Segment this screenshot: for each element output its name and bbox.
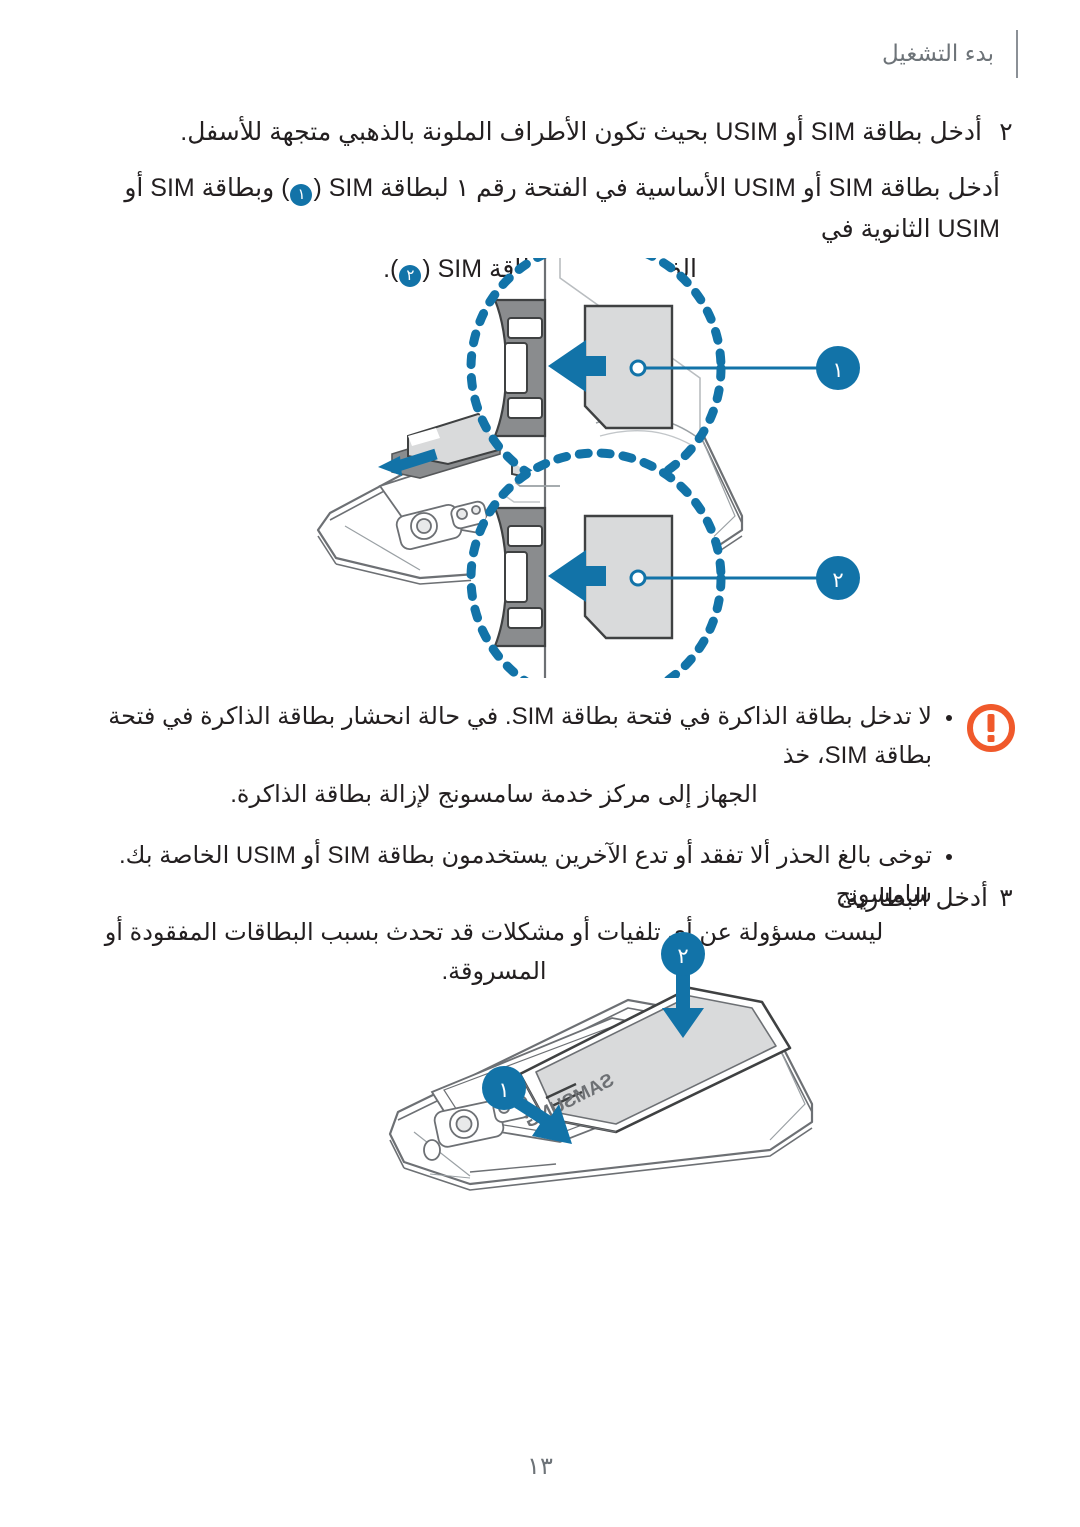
- step-3-inner: ٣ أدخل البطارية.: [56, 878, 1024, 919]
- step-3-number: ٣: [999, 884, 1013, 912]
- step-2-text: أدخل بطاقة SIM أو USIM بحيث تكون الأطراف…: [180, 118, 982, 146]
- sim-callout-1-label: ١: [832, 359, 843, 382]
- step-3-text: أدخل البطارية.: [838, 884, 988, 912]
- sim-callout-2-label: ٢: [832, 569, 843, 592]
- warning-item-1-line-2: الجهاز إلى مركز خدمة سامسونج لإزالة بطاق…: [230, 780, 758, 808]
- warning-exclamation-icon: [958, 698, 1024, 754]
- inline-callout-badge-1: ١: [290, 183, 313, 206]
- step-3-body: أدخل البطارية.: [116, 878, 988, 919]
- warning-item-1: لا تدخل بطاقة الذاكرة في فتحة بطاقة SIM.…: [56, 698, 958, 815]
- warning-item-1-line-1: لا تدخل بطاقة الذاكرة في فتحة بطاقة SIM.…: [108, 703, 932, 769]
- battery-callout-2-label: ٢: [677, 945, 688, 968]
- battery-callout-1-label: ١: [498, 1079, 509, 1102]
- battery-insertion-figure: SAMSUNG ٢ ١: [0, 926, 1080, 1256]
- step-2-body: أدخل بطاقة SIM أو USIM بحيث تكون الأطراف…: [56, 112, 988, 153]
- sim-card-insertion-figure: ١ ٢: [0, 258, 1080, 678]
- step-2-number: ٢: [999, 118, 1013, 146]
- page-title: بدء التشغيل: [882, 40, 994, 66]
- step-3: ٣ أدخل البطارية.: [56, 878, 1024, 919]
- step-2: ٢ أدخل بطاقة SIM أو USIM بحيث تكون الأطر…: [56, 112, 1024, 153]
- page-number: ١٣: [527, 1453, 553, 1480]
- page-header: بدء التشغيل: [0, 28, 1080, 88]
- header-divider: [1016, 30, 1018, 78]
- sim-slot-2-magnifier: ٢: [466, 448, 860, 678]
- sim-slot-1-magnifier: ١: [466, 258, 860, 498]
- sim-slot-explanation-line-1: أدخل بطاقة SIM أو USIM الأساسية في الفتح…: [80, 168, 1000, 249]
- sim-slot-text-part-1: أدخل بطاقة SIM أو USIM الأساسية في الفتح…: [313, 174, 1000, 202]
